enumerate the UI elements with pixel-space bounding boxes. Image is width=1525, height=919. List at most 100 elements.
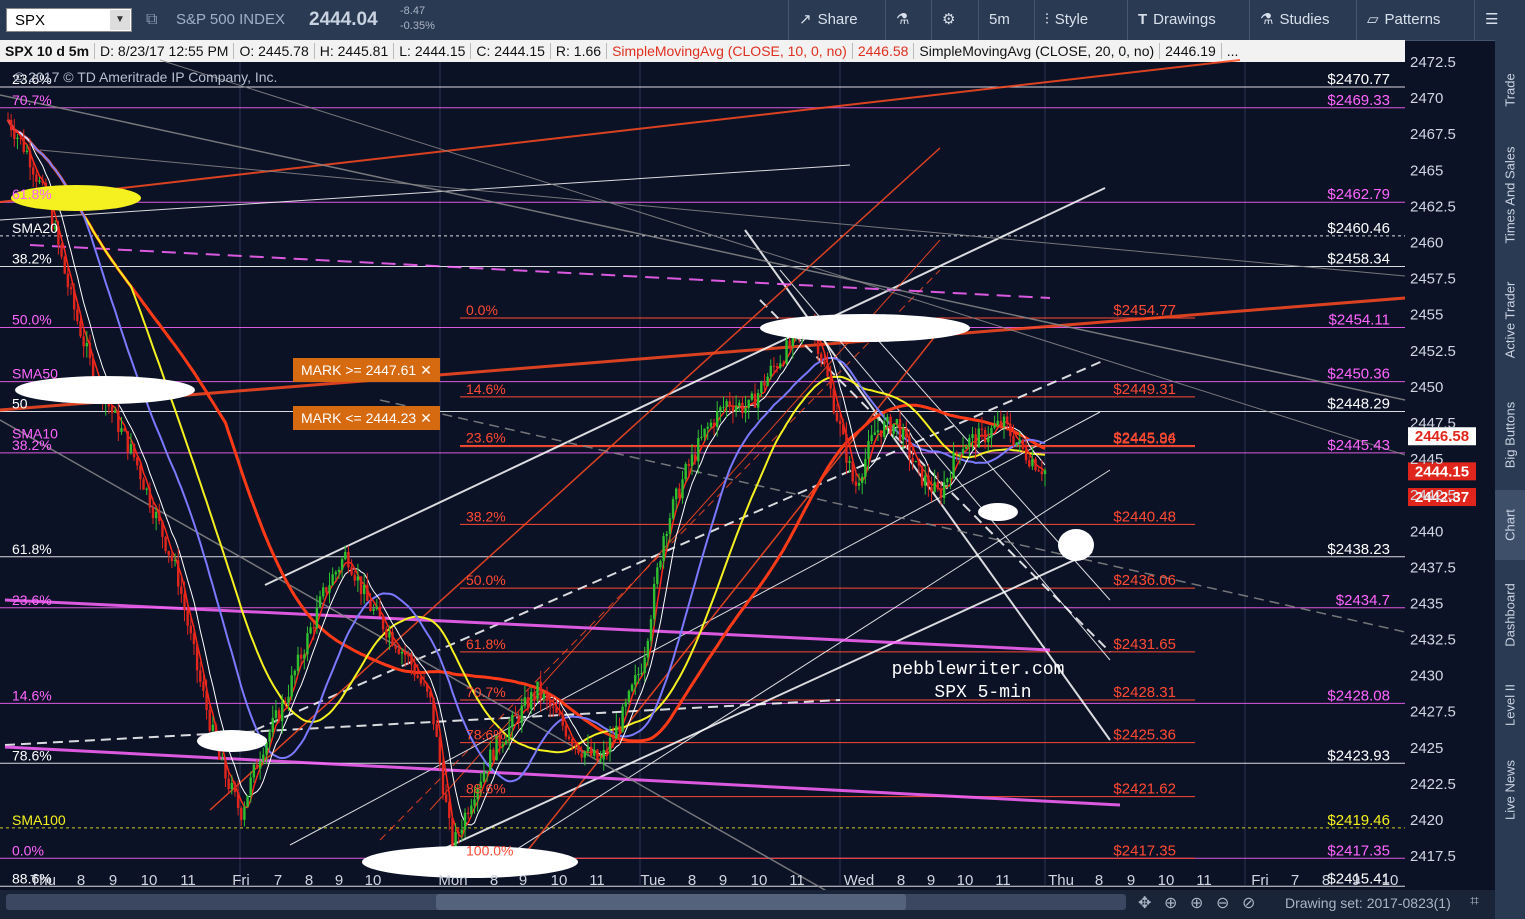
close-icon[interactable]: ✕ [420,410,432,426]
candle-body [236,792,240,809]
fib-level-label: $2417.35 [1113,842,1176,859]
symbol-selector[interactable]: SPX ▼ [6,8,132,32]
zoom-reset-icon[interactable]: ⊘ [1242,893,1255,913]
candle-body [974,434,977,448]
chevron-down-icon[interactable]: ▼ [110,10,130,30]
sidebar-item-big-buttons[interactable]: Big Buttons [1495,385,1525,485]
level-label: $2448.29 [1327,396,1390,413]
candle-body [678,488,681,499]
candle-body [312,627,315,629]
candle-body [394,645,397,649]
zoom-out-icon[interactable]: ⊖ [1216,893,1229,913]
sidebar-item-dashboard[interactable]: Dashboard [1495,565,1525,665]
patterns-button[interactable]: ▱ Patterns [1356,0,1474,40]
order-mark-lower[interactable]: MARK <= 2444.23 ✕ [293,406,440,430]
candle-body [432,697,435,725]
pan-icon[interactable]: ✥ [1138,893,1151,913]
candle-body [756,393,760,408]
left-level-label: 61.8% [12,541,52,557]
candle-body [854,481,858,486]
y-tick-label: 2465 [1410,162,1443,179]
candle-body [886,416,889,422]
candle-body [359,576,363,595]
time-scrollbar[interactable] [6,894,1126,910]
x-tick-label: Fri [1251,872,1269,889]
scrollbar-thumb[interactable] [436,894,906,910]
y-tick-label: 2457.5 [1410,271,1456,288]
drawings-button[interactable]: T Drawings [1127,0,1249,40]
candle-body [183,593,186,610]
candle-body [299,654,303,659]
y-tick-label: 2422.5 [1410,776,1456,793]
x-tick-label: 8 [688,872,696,889]
candle-body [681,479,684,499]
candle-body [369,600,372,611]
candle-body [763,381,766,386]
sidebar-item-live-news[interactable]: Live News [1495,745,1525,835]
candle-body [460,829,464,834]
candle-body [413,664,416,676]
interval-button[interactable]: 5m [978,0,1034,40]
candle-body [574,744,577,746]
candle-body [933,482,936,493]
candle-body [643,657,646,674]
left-level-label: 61.8% [12,186,52,202]
zoom-fit-icon[interactable]: ⊕ [1164,893,1177,913]
candle-body [388,632,391,638]
candle-body [274,710,278,718]
candle-body [277,710,281,722]
sidebar-item-chart[interactable]: Chart [1495,490,1525,560]
flask-button[interactable]: ⚗ [885,0,931,40]
candle-body [227,778,230,790]
x-tick-label: Tue [640,872,665,889]
studies-button[interactable]: ⚗ Studies [1249,0,1356,40]
share-button[interactable]: ↗ Share [788,0,885,40]
link-icon[interactable]: ⧉ [146,11,157,29]
left-level-label: 70.7% [12,92,52,108]
candle-body [996,420,999,426]
sidebar-item-trade[interactable]: Trade [1495,50,1525,130]
y-tick-label: 2455 [1410,307,1443,324]
crop-icon[interactable]: ⌗ [1470,893,1479,911]
x-tick-label: 8 [305,872,313,889]
candle-body [561,714,564,726]
price-chart[interactable]: $2470.77 $2469.33 $2462.79 $2460.46 $2458.34… [0,40,1495,890]
sidebar-item-times-and-sales[interactable]: Times And Sales [1495,130,1525,260]
y-tick-label: 2437.5 [1410,559,1456,576]
candle-body [202,681,205,691]
x-tick-label: 8 [897,872,905,889]
candle-body [832,388,836,413]
candle-body [489,749,492,771]
candle-body [914,461,917,463]
candle-body [675,488,678,500]
candle-body [826,364,829,377]
candle-body [842,424,845,435]
fib-mid-label: 38.2% [466,508,506,524]
candle-body [779,363,782,368]
candle-body [1031,458,1034,467]
candle-body [744,408,747,414]
candle-body [173,560,177,562]
candle-body [662,536,665,561]
candle-body [640,673,643,675]
drawing-set[interactable]: Drawing set: 2017-0823(1) [1285,895,1451,911]
sidebar-item-active-trader[interactable]: Active Trader [1495,265,1525,375]
order-mark-upper[interactable]: MARK >= 2447.61 ✕ [293,358,440,382]
x-tick-label: 10 [365,872,382,889]
candle-body [965,446,968,449]
candle-body [908,437,911,459]
candle-body [920,465,924,486]
candle-body [1028,460,1031,467]
candle-body [530,692,533,709]
candle-body [255,764,259,769]
style-button[interactable]: ⫶ Style [1034,0,1127,40]
zoom-in-icon[interactable]: ⊕ [1190,893,1203,913]
settings-button[interactable]: ⚙ [931,0,978,40]
candle-body [835,412,839,421]
candle-body [845,434,848,463]
candle-body [41,180,44,183]
candle-body [700,436,703,439]
close-icon[interactable]: ✕ [420,362,432,378]
sidebar-item-level-ii[interactable]: Level II [1495,670,1525,740]
menu-button[interactable]: ☰ [1474,0,1525,40]
